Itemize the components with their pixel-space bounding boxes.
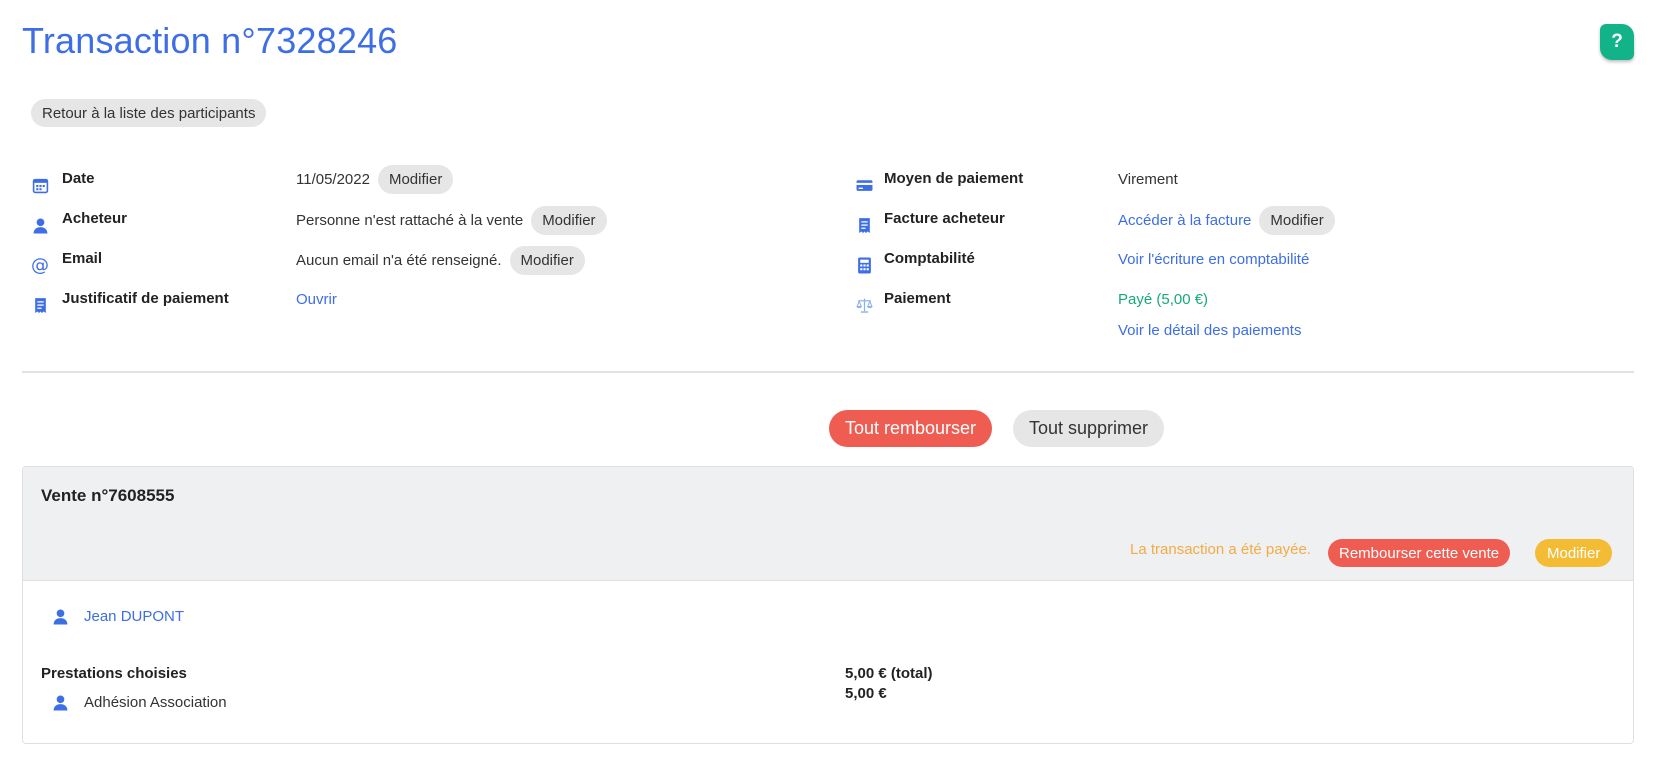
at-sign-icon: @: [31, 254, 49, 276]
user-icon: [51, 607, 69, 625]
payment-label: Paiement: [884, 290, 951, 307]
page-title: Transaction n°7328246: [22, 20, 398, 61]
edit-email-button[interactable]: Modifier: [509, 246, 585, 275]
accounting-label: Comptabilité: [884, 250, 975, 267]
balance-scale-icon: [855, 296, 873, 314]
payment-status: Payé (5,00 €): [1118, 291, 1209, 308]
receipt-icon: [31, 296, 49, 314]
buyer-value-group: Personne n'est rattaché à la vente Modif…: [296, 206, 607, 235]
receipt-row: [31, 290, 49, 320]
delete-all-button[interactable]: Tout supprimer: [1013, 410, 1165, 447]
payment-details-link[interactable]: Voir le détail des paiements: [1118, 322, 1301, 339]
edit-sale-button[interactable]: Modifier: [1535, 539, 1613, 567]
edit-date-button[interactable]: Modifier: [377, 165, 454, 194]
calculator-icon: [855, 256, 873, 274]
section-divider: [22, 371, 1634, 373]
open-invoice-link[interactable]: Accéder à la facture: [1118, 212, 1251, 229]
payment-status-group: Payé (5,00 €): [1118, 291, 1208, 308]
buyer-label: Acheteur: [62, 210, 128, 227]
invoice-icon: [855, 216, 873, 234]
payment-method-row: [855, 170, 873, 200]
edit-buyer-button[interactable]: Modifier: [531, 206, 607, 235]
email-value: Aucun email n'a été renseigné.: [296, 252, 502, 269]
invoice-row: [855, 210, 873, 240]
accounting-entry-link[interactable]: Voir l'écriture en comptabilité: [1118, 251, 1309, 268]
participant-name-link[interactable]: Jean DUPONT: [84, 608, 184, 625]
date-value: 11/05/2022: [296, 171, 370, 188]
user-icon: [31, 216, 49, 234]
services-label: Prestations choisies: [41, 665, 187, 682]
payment-row: [855, 290, 873, 320]
back-to-participants-button[interactable]: Retour à la liste des participants: [31, 99, 267, 127]
receipt-label: Justificatif de paiement: [62, 290, 229, 307]
payment-method-label: Moyen de paiement: [884, 170, 1024, 187]
invoice-value-group: Accéder à la facture Modifier: [1118, 206, 1335, 235]
buyer-value: Personne n'est rattaché à la vente: [296, 212, 524, 229]
payment-method-value: Virement: [1118, 171, 1178, 188]
sale-card-header: Vente n°7608555 La transaction a été pay…: [23, 467, 1633, 581]
total-amount: 5,00 € (total): [845, 665, 933, 682]
credit-card-icon: [855, 176, 873, 194]
open-receipt-link[interactable]: Ouvrir: [296, 291, 337, 308]
participant: Jean DUPONT: [51, 607, 184, 625]
calendar-icon: [31, 176, 49, 194]
date-value-group: 11/05/2022 Modifier: [296, 165, 454, 194]
date-label: Date: [62, 170, 95, 187]
buyer-row: [31, 210, 49, 240]
receipt-value-group: Ouvrir: [296, 291, 337, 308]
date-row: [31, 170, 49, 200]
item-amount: 5,00 €: [845, 685, 887, 702]
user-icon: [51, 693, 69, 711]
payment-detail-group: Voir le détail des paiements: [1118, 322, 1301, 339]
invoice-label: Facture acheteur: [884, 210, 1005, 227]
email-value-group: Aucun email n'a été renseigné. Modifier: [296, 246, 585, 275]
accounting-value-group: Voir l'écriture en comptabilité: [1118, 251, 1309, 268]
service-item: Adhésion Association: [51, 693, 227, 711]
help-label: ?: [1611, 31, 1623, 52]
payment-method-value-group: Virement: [1118, 171, 1178, 188]
refund-all-button[interactable]: Tout rembourser: [829, 410, 993, 447]
help-button[interactable]: ?: [1600, 24, 1634, 60]
accounting-row: [855, 250, 873, 280]
edit-invoice-button[interactable]: Modifier: [1259, 206, 1335, 235]
refund-sale-button[interactable]: Rembourser cette vente: [1328, 539, 1511, 567]
sale-card: Vente n°7608555 La transaction a été pay…: [22, 466, 1634, 744]
email-row: @: [31, 250, 49, 280]
paid-status-note: La transaction a été payée.: [1130, 541, 1311, 558]
sale-title: Vente n°7608555: [41, 486, 175, 505]
service-item-name: Adhésion Association: [84, 693, 227, 711]
email-label: Email: [62, 250, 103, 267]
